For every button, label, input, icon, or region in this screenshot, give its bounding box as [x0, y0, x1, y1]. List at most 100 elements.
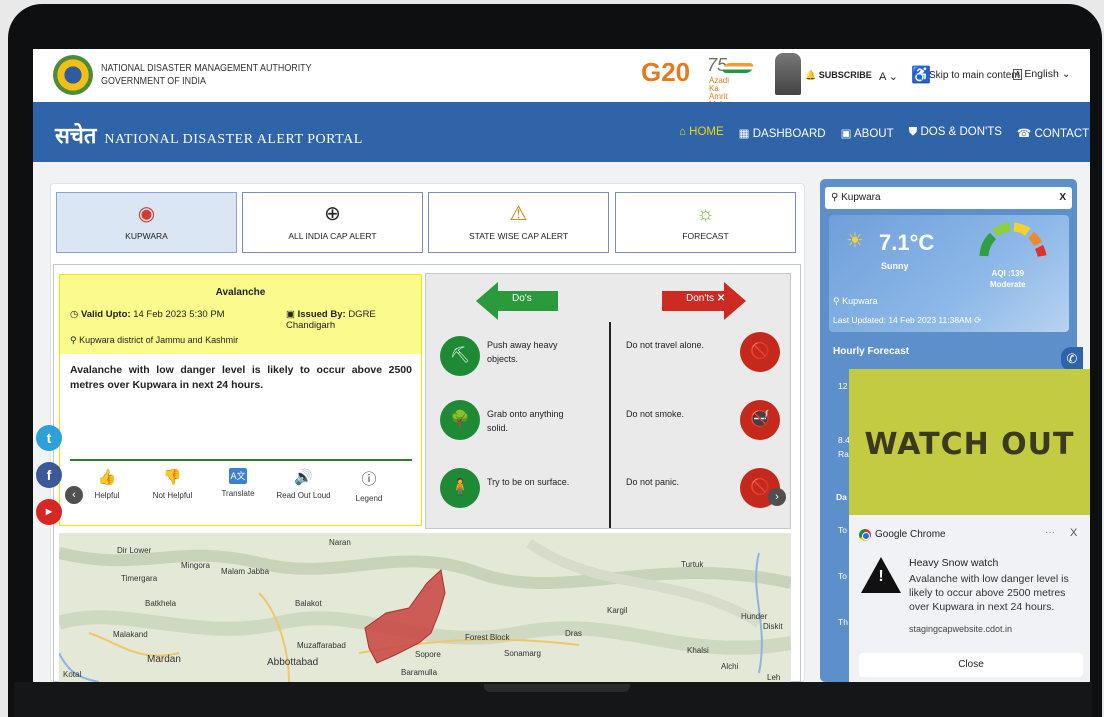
- skip-to-main-link[interactable]: Skip to main content: [929, 70, 1020, 81]
- chevron-right-icon: ›: [775, 491, 779, 503]
- tab-kupwara[interactable]: ◉ KUPWARA: [56, 192, 237, 253]
- hourly-item: Ra: [838, 449, 849, 459]
- aqi-gauge: [979, 222, 1047, 257]
- watch-out-text: WATCH OUT: [864, 427, 1075, 462]
- tab-all-india-cap-alert[interactable]: ⊕ ALL INDIA CAP ALERT: [242, 192, 423, 253]
- nav-item-dos-donts[interactable]: ⛊ DOS & DON'TS: [909, 126, 1002, 140]
- map-label: Kotal: [63, 670, 82, 679]
- daily-item: To: [838, 571, 847, 581]
- map-label: Timergara: [121, 574, 158, 583]
- map-label: Mardan: [147, 654, 181, 665]
- warning-icon-mark: !: [878, 568, 884, 585]
- map-label: Khalsi: [687, 646, 709, 655]
- contact-icon: ☎: [1016, 128, 1035, 140]
- facebook-icon[interactable]: f: [36, 462, 62, 488]
- notification-close-button[interactable]: Close: [859, 653, 1083, 677]
- warning-search-icon: ⚠: [509, 203, 528, 225]
- alert-title: Avalanche: [215, 287, 266, 298]
- dont-item: Do not travel alone.: [626, 340, 705, 350]
- home-icon: ⌂: [679, 126, 690, 138]
- map-label: Turtuk: [681, 560, 704, 569]
- twitter-icon[interactable]: t: [36, 425, 62, 451]
- daily-title: Da: [836, 492, 847, 502]
- brand-english: NATIONAL DISASTER ALERT PORTAL: [104, 132, 363, 147]
- refresh-icon[interactable]: ⟳: [974, 315, 981, 325]
- nav-menu: ⌂ HOME ▦ DASHBOARD ▣ ABOUT ⛊ DOS & DON'T…: [679, 126, 1089, 140]
- map-label: Balakot: [295, 599, 322, 608]
- tab-state-wise-cap-alert[interactable]: ⚠ STATE WISE CAP ALERT: [428, 192, 609, 253]
- translate-button[interactable]: A文 Translate: [209, 468, 267, 503]
- phone-icon[interactable]: ✆: [1061, 347, 1083, 371]
- helpful-button[interactable]: 👍 Helpful: [78, 468, 136, 503]
- grid-icon: ▦: [738, 128, 753, 140]
- nav-item-contact[interactable]: ☎ CONTACT: [1017, 126, 1089, 140]
- chevron-down-icon: ⌄: [1061, 68, 1071, 80]
- ndma-logo: [53, 55, 93, 95]
- weather-condition: Sunny: [881, 261, 909, 271]
- notification-site: stagingcapwebsite.cdot.in: [909, 624, 1013, 634]
- portal-brand[interactable]: सचेत NATIONAL DISASTER ALERT PORTAL: [55, 120, 363, 150]
- book-icon: ▣: [840, 128, 855, 140]
- alert-card-header: Avalanche ◷ Valid Upto: 14 Feb 2023 5:30…: [60, 275, 421, 354]
- nav-item-dashboard[interactable]: ▦ DASHBOARD: [739, 126, 826, 140]
- alert-map[interactable]: Dir Lower Mingora Malam Jabba Timergara …: [59, 533, 791, 682]
- notification-app-name: Google Chrome: [875, 529, 946, 540]
- daily-item: To: [838, 525, 847, 535]
- language-select[interactable]: A English ⌄: [1013, 68, 1071, 80]
- thumbs-down-icon: 👎: [163, 469, 182, 486]
- map-label: Kargil: [607, 606, 628, 615]
- laptop-notch: [484, 684, 630, 692]
- location-pin-icon: ⚲: [833, 296, 843, 306]
- youtube-icon[interactable]: ▶: [36, 499, 62, 525]
- dont-item: Do not smoke.: [626, 409, 685, 419]
- tab-forecast[interactable]: ☼ FORECAST: [615, 192, 796, 253]
- weather-place: ⚲ Kupwara: [833, 296, 878, 306]
- prev-arrow-button[interactable]: ‹: [65, 486, 83, 504]
- main-nav: सचेत NATIONAL DISASTER ALERT PORTAL ⌂ HO…: [33, 102, 1090, 162]
- map-label: Naran: [329, 538, 351, 547]
- translate-icon: A: [1013, 69, 1023, 80]
- chevron-down-icon: ⌄: [888, 71, 899, 83]
- nav-item-home[interactable]: ⌂ HOME: [679, 126, 724, 140]
- nav-item-about[interactable]: ▣ ABOUT: [841, 126, 894, 140]
- font-size-select[interactable]: A ⌄: [879, 70, 898, 83]
- map-label: Sopore: [415, 650, 441, 659]
- alert-divider: [70, 459, 412, 461]
- accessibility-icon[interactable]: ♿: [911, 65, 931, 85]
- legend-button[interactable]: ⓘ Legend: [340, 468, 398, 503]
- issuer-icon: ▣: [286, 309, 298, 320]
- alert-card: Avalanche ◷ Valid Upto: 14 Feb 2023 5:30…: [59, 274, 422, 526]
- dont-item: Do not panic.: [626, 477, 680, 487]
- last-updated: Last Updated: 14 Feb 2023 11:38AM ⟳: [833, 315, 982, 325]
- shield-icon: ⛊: [908, 126, 921, 138]
- location-search-input[interactable]: ⚲ Kupwara X: [825, 187, 1072, 209]
- more-options-icon[interactable]: ···: [1045, 527, 1055, 538]
- subscribe-link[interactable]: 🔔 SUBSCRIBE: [805, 70, 872, 81]
- map-label: Dir Lower: [117, 546, 152, 555]
- map-label: Mingora: [181, 561, 210, 570]
- clear-location-button[interactable]: X: [1059, 187, 1066, 209]
- chrome-icon: [859, 529, 871, 541]
- location-pin-icon: ◉: [137, 203, 156, 225]
- map-label: Leh: [767, 673, 781, 682]
- daily-item: Th: [838, 617, 848, 627]
- clock-icon: ◷: [70, 309, 81, 320]
- watch-out-banner: WATCH OUT: [849, 369, 1090, 515]
- crosshair-pin-icon: ⊕: [324, 203, 341, 225]
- map-label: Alchi: [721, 662, 739, 671]
- cross-icon: ✕: [716, 293, 726, 304]
- map-label: Hunder: [741, 612, 768, 621]
- hourly-item: 12: [838, 381, 848, 391]
- thumbs-up-icon: 👍: [97, 469, 117, 486]
- close-icon[interactable]: X: [1070, 527, 1077, 539]
- dos-label: Do's: [512, 293, 532, 304]
- azadi-flag-icon: [721, 63, 755, 73]
- translate-icon: A文: [229, 468, 247, 484]
- map-label: Batkhela: [145, 599, 177, 608]
- aqi-value: AQI :139 Moderate: [990, 269, 1026, 289]
- area-pin-icon: ⚲: [70, 335, 80, 345]
- next-arrow-button[interactable]: ›: [768, 488, 786, 506]
- not-helpful-button[interactable]: 👎 Not Helpful: [144, 468, 202, 503]
- map-label: Forest Block: [465, 633, 510, 642]
- read-out-loud-button[interactable]: 🔊 Read Out Loud: [275, 468, 333, 503]
